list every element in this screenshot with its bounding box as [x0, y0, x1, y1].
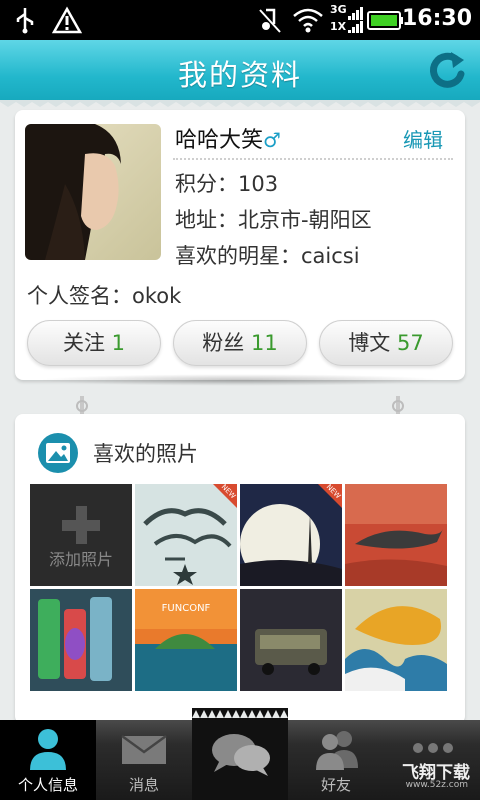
- nav-friends[interactable]: 好友: [288, 720, 384, 800]
- page-title: 我的资料: [177, 58, 302, 92]
- nav-friends-label: 好友: [320, 776, 351, 794]
- posts-button[interactable]: 博文 57: [319, 320, 453, 366]
- wifi-icon: [293, 8, 323, 33]
- add-photo-button[interactable]: 添加照片: [30, 484, 132, 586]
- address-text: 地址：北京市-朝阳区: [175, 208, 372, 232]
- points-text: 积分：103: [175, 172, 279, 196]
- header-zigzag-edge: [0, 100, 480, 107]
- friends-icon: [316, 731, 358, 770]
- battery-icon: [367, 11, 403, 30]
- photo-thumbnail-wave[interactable]: [345, 589, 447, 691]
- favorite-star-text: 喜欢的明星：caicsi: [175, 244, 360, 268]
- mail-icon: [121, 734, 167, 764]
- nav-messages-label: 消息: [128, 776, 159, 794]
- photo-thumbnail-funconf[interactable]: FUNCONF: [135, 589, 237, 691]
- more-icon: [413, 743, 453, 753]
- fans-count: 11: [250, 331, 278, 355]
- photo-thumbnail-robots[interactable]: [30, 589, 132, 691]
- follow-count: 1: [111, 331, 126, 355]
- title-bar: 我的资料: [0, 40, 480, 102]
- center-zigzag-edge: [192, 710, 288, 718]
- edit-button[interactable]: 编辑: [403, 124, 443, 153]
- posts-label: 博文: [348, 331, 391, 355]
- favorite-photos-card: 喜欢的照片 添加照片 NEW NEW FUNCONF: [15, 414, 465, 724]
- photo-thumbnail-moon[interactable]: NEW: [240, 484, 342, 586]
- follow-button[interactable]: 关注 1: [27, 320, 161, 366]
- warning-icon: [52, 6, 82, 34]
- signal-icon: [348, 7, 363, 33]
- follow-label: 关注: [62, 331, 105, 355]
- usb-icon: [16, 8, 34, 34]
- profile-card: 哈哈大笑♂ 编辑 积分：103 地址：北京市-朝阳区 喜欢的明星：caicsi …: [15, 110, 465, 380]
- mute-icon: [259, 8, 281, 33]
- posts-count: 57: [396, 331, 424, 355]
- status-bar: 3G 1X 16:30: [0, 0, 480, 40]
- avatar[interactable]: [25, 124, 161, 260]
- network-1x-label: 1X: [330, 20, 347, 33]
- signature-text: 个人签名：okok: [27, 284, 182, 308]
- name-divider: [173, 158, 453, 160]
- photo-icon: [38, 433, 78, 473]
- chat-bubbles-icon: [212, 734, 270, 776]
- clock: 16:30: [401, 6, 472, 31]
- fans-label: 粉丝: [202, 331, 245, 355]
- photo-thumbnail-bus[interactable]: [240, 589, 342, 691]
- nav-profile[interactable]: 个人信息: [0, 720, 96, 800]
- funconf-text: FUNCONF: [162, 603, 211, 614]
- photo-thumbnail-typography[interactable]: NEW: [135, 484, 237, 586]
- photos-title: 喜欢的照片: [93, 442, 198, 466]
- photo-thumbnail-whale[interactable]: [345, 484, 447, 586]
- center-chat-button[interactable]: [192, 708, 288, 800]
- male-icon: ♂: [263, 128, 281, 152]
- user-name: 哈哈大笑♂: [175, 122, 281, 154]
- card-shadow: [38, 374, 442, 386]
- nav-profile-label: 个人信息: [17, 776, 78, 794]
- person-icon: [30, 729, 66, 770]
- user-name-text: 哈哈大笑: [175, 128, 264, 153]
- nav-messages[interactable]: 消息: [96, 720, 192, 800]
- network-3g-label: 3G: [330, 3, 347, 16]
- fans-button[interactable]: 粉丝 11: [173, 320, 307, 366]
- watermark-url: www.52z.com: [405, 780, 468, 790]
- add-photo-label: 添加照片: [48, 550, 113, 569]
- refresh-button[interactable]: [426, 50, 468, 92]
